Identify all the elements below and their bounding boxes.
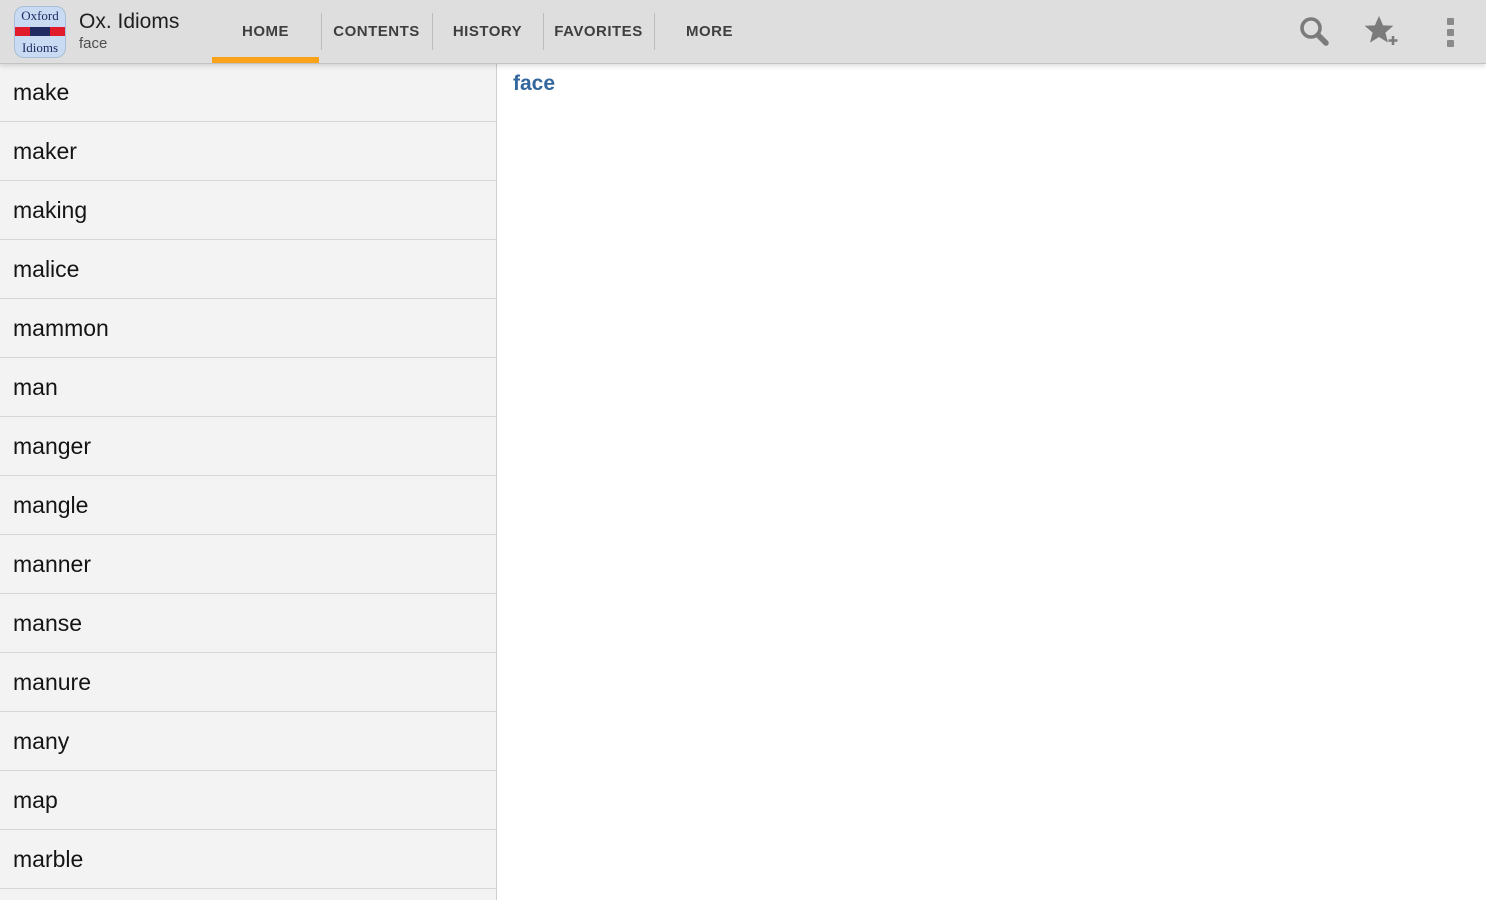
action-bar: Oxford Idioms Ox. Idioms face HOME CONTEN… (0, 0, 1486, 63)
word-list-panel: make maker making malice mammon man manger mang… (0, 63, 497, 900)
add-favorite-icon (1363, 14, 1401, 50)
word-label: malice (13, 256, 79, 283)
action-buttons (1294, 0, 1486, 63)
add-favorite-button[interactable] (1362, 12, 1402, 52)
sidebar-item-mammon[interactable]: mammon (0, 299, 496, 358)
search-icon (1297, 15, 1331, 49)
sidebar-item-maker[interactable]: maker (0, 122, 496, 181)
word-label: manse (13, 610, 82, 637)
tab-label: MORE (686, 23, 733, 40)
entry-panel: face (497, 63, 1486, 900)
word-label: many (13, 728, 69, 755)
logo-idioms-text: Idioms (15, 39, 65, 57)
word-list: make maker making malice mammon man manger mang… (0, 63, 496, 889)
word-label: manner (13, 551, 91, 578)
sidebar-item-map[interactable]: map (0, 771, 496, 830)
word-label: maker (13, 138, 77, 165)
current-word-subtitle: face (79, 34, 179, 53)
tab-label: HISTORY (453, 23, 522, 40)
tab-bar: HOME CONTENTS HISTORY FAVORITES MORE (210, 0, 765, 63)
active-tab-indicator (212, 57, 319, 63)
word-label: marble (13, 846, 83, 873)
word-label: man (13, 374, 58, 401)
app-logo: Oxford Idioms (14, 6, 66, 58)
tab-home[interactable]: HOME (210, 0, 321, 63)
sidebar-item-manse[interactable]: manse (0, 594, 496, 653)
sidebar-item-many[interactable]: many (0, 712, 496, 771)
word-label: mammon (13, 315, 109, 342)
sidebar-item-making[interactable]: making (0, 181, 496, 240)
word-label: manure (13, 669, 91, 696)
sidebar-item-manure[interactable]: manure (0, 653, 496, 712)
tab-label: CONTENTS (333, 23, 420, 40)
word-label: mangle (13, 492, 88, 519)
tab-label: FAVORITES (554, 23, 642, 40)
headword: face (513, 72, 1477, 96)
app-brand[interactable]: Oxford Idioms Ox. Idioms face (0, 0, 210, 63)
tab-contents[interactable]: CONTENTS (321, 0, 432, 63)
word-label: making (13, 197, 87, 224)
sidebar-item-manger[interactable]: manger (0, 417, 496, 476)
sidebar-item-make[interactable]: make (0, 63, 496, 122)
overflow-menu-button[interactable] (1430, 12, 1470, 52)
sidebar-item-malice[interactable]: malice (0, 240, 496, 299)
tab-label: HOME (242, 23, 289, 40)
sidebar-item-marble[interactable]: marble (0, 830, 496, 889)
main-area: make maker making malice mammon man manger mang… (0, 63, 1486, 900)
tab-more[interactable]: MORE (654, 0, 765, 63)
sidebar-item-manner[interactable]: manner (0, 535, 496, 594)
tab-favorites[interactable]: FAVORITES (543, 0, 654, 63)
tab-history[interactable]: HISTORY (432, 0, 543, 63)
logo-oxford-text: Oxford (15, 7, 65, 25)
word-label: map (13, 787, 58, 814)
word-label: make (13, 79, 69, 106)
overflow-menu-icon (1433, 13, 1467, 51)
word-label: manger (13, 433, 91, 460)
logo-stripe-center (30, 27, 50, 36)
search-button[interactable] (1294, 12, 1334, 52)
logo-stripe (15, 27, 65, 36)
sidebar-item-man[interactable]: man (0, 358, 496, 417)
app-title: Ox. Idioms (79, 10, 179, 34)
sidebar-item-mangle[interactable]: mangle (0, 476, 496, 535)
